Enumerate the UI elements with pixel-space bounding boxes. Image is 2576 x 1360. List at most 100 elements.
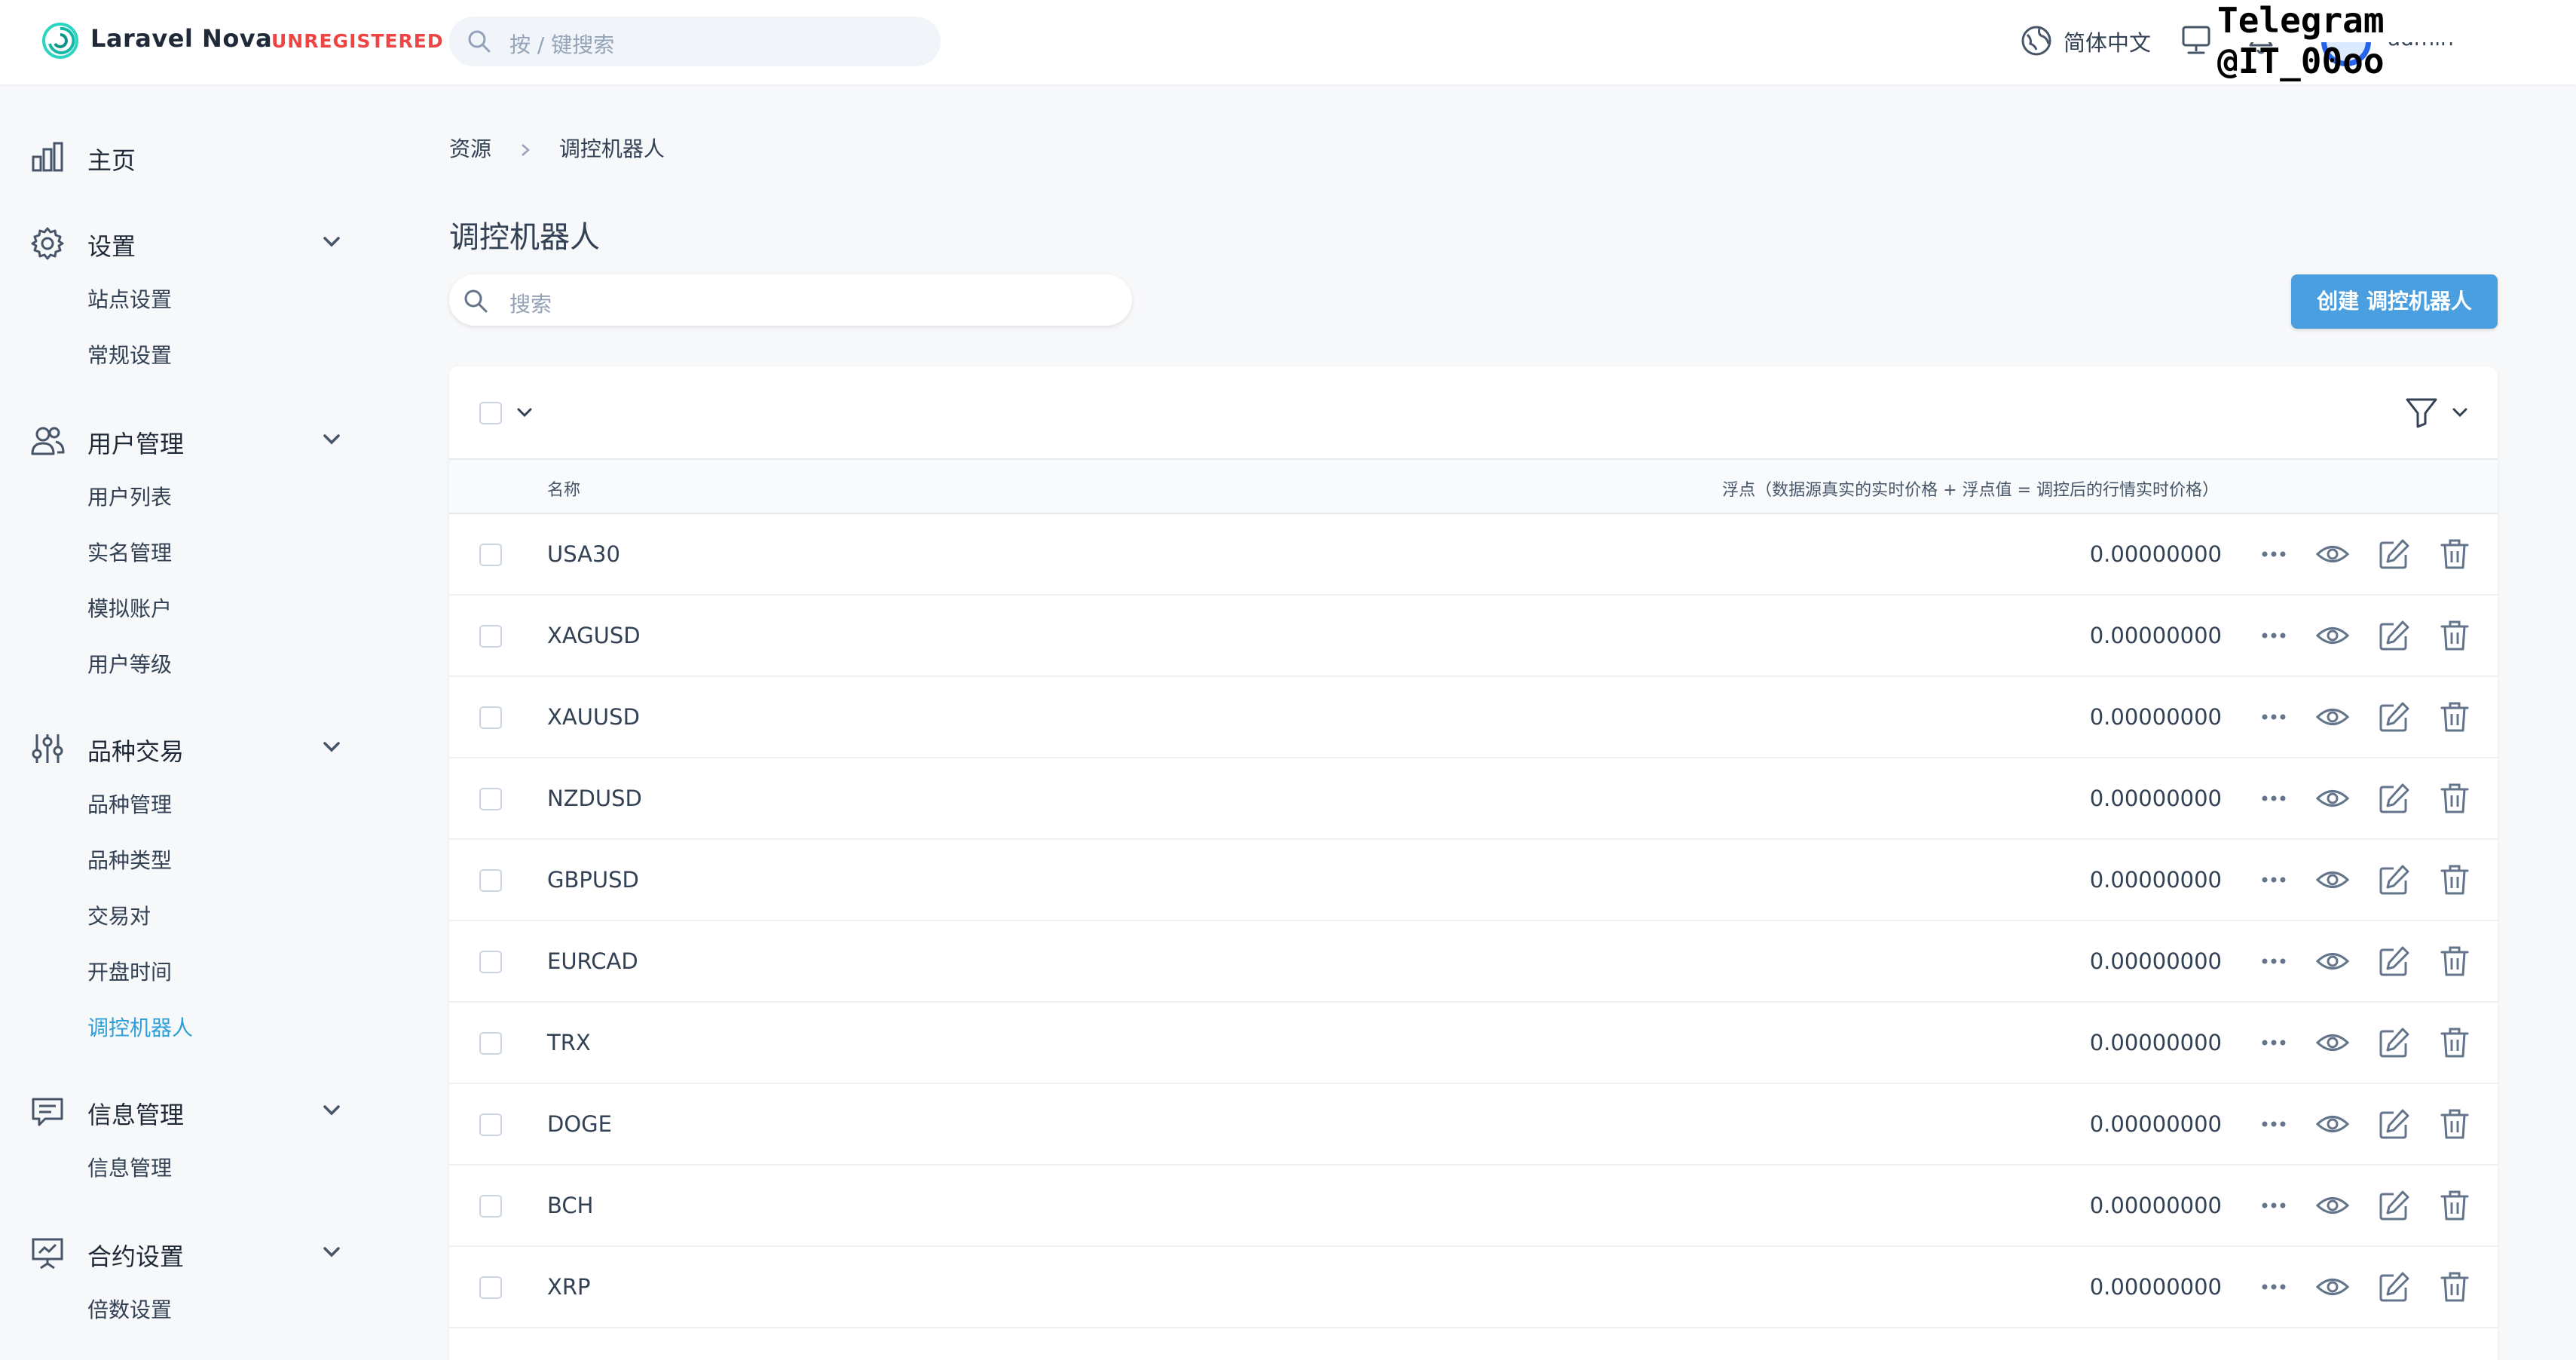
eye-icon[interactable] bbox=[2315, 781, 2350, 816]
more-actions-icon[interactable] bbox=[2256, 944, 2291, 979]
globe-icon[interactable] bbox=[2020, 24, 2053, 57]
trash-icon[interactable] bbox=[2437, 618, 2472, 653]
more-actions-icon[interactable] bbox=[2256, 618, 2291, 653]
edit-icon[interactable] bbox=[2377, 1107, 2412, 1141]
filter-icon[interactable] bbox=[2404, 395, 2439, 430]
sidebar-item-demo-account[interactable]: 模拟账户 bbox=[87, 593, 172, 623]
edit-icon[interactable] bbox=[2377, 1270, 2412, 1304]
table-row[interactable]: XRP 0.00000000 bbox=[449, 1247, 2498, 1328]
row-checkbox[interactable] bbox=[479, 788, 502, 810]
edit-icon[interactable] bbox=[2377, 862, 2412, 897]
cell-name[interactable]: USA30 bbox=[547, 541, 620, 567]
cell-name[interactable]: XAGUSD bbox=[547, 623, 641, 648]
table-row[interactable]: BCH 0.00000000 bbox=[449, 1165, 2498, 1247]
sidebar-item-message-mgmt[interactable]: 信息管理 bbox=[87, 1152, 172, 1182]
trash-icon[interactable] bbox=[2437, 1107, 2472, 1141]
sidebar-item-site-settings[interactable]: 站点设置 bbox=[87, 283, 172, 314]
brand-name[interactable]: Laravel Nova bbox=[90, 24, 272, 53]
more-actions-icon[interactable] bbox=[2256, 1270, 2291, 1304]
cell-name[interactable]: XRP bbox=[547, 1274, 591, 1300]
sidebar-item-leverage[interactable]: 倍数设置 bbox=[87, 1294, 172, 1324]
sidebar-item-symbols[interactable]: 品种管理 bbox=[87, 789, 172, 819]
sidebar-item-control-robot[interactable]: 调控机器人 bbox=[87, 1012, 193, 1042]
sidebar-item-realname[interactable]: 实名管理 bbox=[87, 537, 172, 567]
chevron-down-icon[interactable] bbox=[321, 739, 342, 755]
cell-name[interactable]: NZDUSD bbox=[547, 786, 642, 811]
cell-name[interactable]: XAUUSD bbox=[547, 704, 640, 730]
chevron-down-icon[interactable] bbox=[2451, 406, 2469, 421]
row-checkbox[interactable] bbox=[479, 544, 502, 566]
resource-search-input[interactable]: 搜索 bbox=[449, 274, 1132, 326]
edit-icon[interactable] bbox=[2377, 618, 2412, 653]
trash-icon[interactable] bbox=[2437, 944, 2472, 979]
chevron-down-icon[interactable] bbox=[321, 431, 342, 448]
row-checkbox[interactable] bbox=[479, 869, 502, 892]
more-actions-icon[interactable] bbox=[2256, 1188, 2291, 1223]
edit-icon[interactable] bbox=[2377, 1025, 2412, 1060]
table-row[interactable]: GBPUSD 0.00000000 bbox=[449, 840, 2498, 921]
trash-icon[interactable] bbox=[2437, 1188, 2472, 1223]
cell-name[interactable]: BCH bbox=[547, 1193, 593, 1218]
row-checkbox[interactable] bbox=[479, 625, 502, 648]
eye-icon[interactable] bbox=[2315, 618, 2350, 653]
column-header-name[interactable]: 名称 bbox=[547, 476, 580, 501]
sidebar-item-open-time[interactable]: 开盘时间 bbox=[87, 956, 172, 986]
trash-icon[interactable] bbox=[2437, 1025, 2472, 1060]
eye-icon[interactable] bbox=[2315, 700, 2350, 734]
edit-icon[interactable] bbox=[2377, 700, 2412, 734]
row-checkbox[interactable] bbox=[479, 1195, 502, 1218]
edit-icon[interactable] bbox=[2377, 537, 2412, 571]
cell-name[interactable]: TRX bbox=[547, 1030, 591, 1055]
create-robot-button[interactable]: 创建 调控机器人 bbox=[2291, 274, 2498, 329]
edit-icon[interactable] bbox=[2377, 781, 2412, 816]
select-all-checkbox[interactable] bbox=[479, 402, 502, 424]
more-actions-icon[interactable] bbox=[2256, 700, 2291, 734]
row-checkbox[interactable] bbox=[479, 1113, 502, 1136]
row-checkbox[interactable] bbox=[479, 706, 502, 729]
table-row[interactable]: EURCAD 0.00000000 bbox=[449, 921, 2498, 1003]
more-actions-icon[interactable] bbox=[2256, 1107, 2291, 1141]
eye-icon[interactable] bbox=[2315, 537, 2350, 571]
global-search-input[interactable]: 按 / 键搜索 bbox=[449, 17, 941, 66]
sidebar-item-user-list[interactable]: 用户列表 bbox=[87, 481, 172, 511]
trash-icon[interactable] bbox=[2437, 700, 2472, 734]
more-actions-icon[interactable] bbox=[2256, 862, 2291, 897]
chevron-down-icon[interactable] bbox=[321, 234, 342, 250]
trash-icon[interactable] bbox=[2437, 862, 2472, 897]
sidebar-item-general-settings[interactable]: 常规设置 bbox=[87, 339, 172, 369]
cell-name[interactable]: GBPUSD bbox=[547, 867, 639, 893]
table-row[interactable]: DOGE 0.00000000 bbox=[449, 1084, 2498, 1165]
trash-icon[interactable] bbox=[2437, 781, 2472, 816]
edit-icon[interactable] bbox=[2377, 1188, 2412, 1223]
eye-icon[interactable] bbox=[2315, 1107, 2350, 1141]
table-row[interactable]: TRX 0.00000000 bbox=[449, 1003, 2498, 1084]
cell-name[interactable]: EURCAD bbox=[547, 948, 638, 974]
eye-icon[interactable] bbox=[2315, 862, 2350, 897]
breadcrumb-resources[interactable]: 资源 bbox=[449, 136, 491, 161]
column-header-float[interactable]: 浮点（数据源真实的实时价格 + 浮点值 = 调控后的行情实时价格） bbox=[1722, 476, 2219, 501]
chevron-down-icon[interactable] bbox=[516, 406, 534, 421]
eye-icon[interactable] bbox=[2315, 1025, 2350, 1060]
sidebar-item-symbol-types[interactable]: 品种类型 bbox=[87, 844, 172, 875]
language-selector[interactable]: 简体中文 bbox=[2064, 26, 2151, 57]
table-row[interactable]: USA30 0.00000000 bbox=[449, 514, 2498, 596]
row-checkbox[interactable] bbox=[479, 1276, 502, 1299]
nova-logo-icon[interactable] bbox=[41, 21, 80, 60]
row-checkbox[interactable] bbox=[479, 1032, 502, 1055]
eye-icon[interactable] bbox=[2315, 944, 2350, 979]
more-actions-icon[interactable] bbox=[2256, 781, 2291, 816]
trash-icon[interactable] bbox=[2437, 537, 2472, 571]
table-row[interactable]: XAGUSD 0.00000000 bbox=[449, 596, 2498, 677]
chevron-down-icon[interactable] bbox=[321, 1244, 342, 1260]
trash-icon[interactable] bbox=[2437, 1270, 2472, 1304]
edit-icon[interactable] bbox=[2377, 944, 2412, 979]
table-row[interactable]: XAUUSD 0.00000000 bbox=[449, 677, 2498, 758]
sidebar-item-pairs[interactable]: 交易对 bbox=[87, 900, 151, 930]
chevron-down-icon[interactable] bbox=[321, 1102, 342, 1119]
cell-name[interactable]: DOGE bbox=[547, 1111, 612, 1137]
eye-icon[interactable] bbox=[2315, 1188, 2350, 1223]
more-actions-icon[interactable] bbox=[2256, 1025, 2291, 1060]
eye-icon[interactable] bbox=[2315, 1270, 2350, 1304]
sidebar-item-user-level[interactable]: 用户等级 bbox=[87, 648, 172, 678]
row-checkbox[interactable] bbox=[479, 951, 502, 973]
